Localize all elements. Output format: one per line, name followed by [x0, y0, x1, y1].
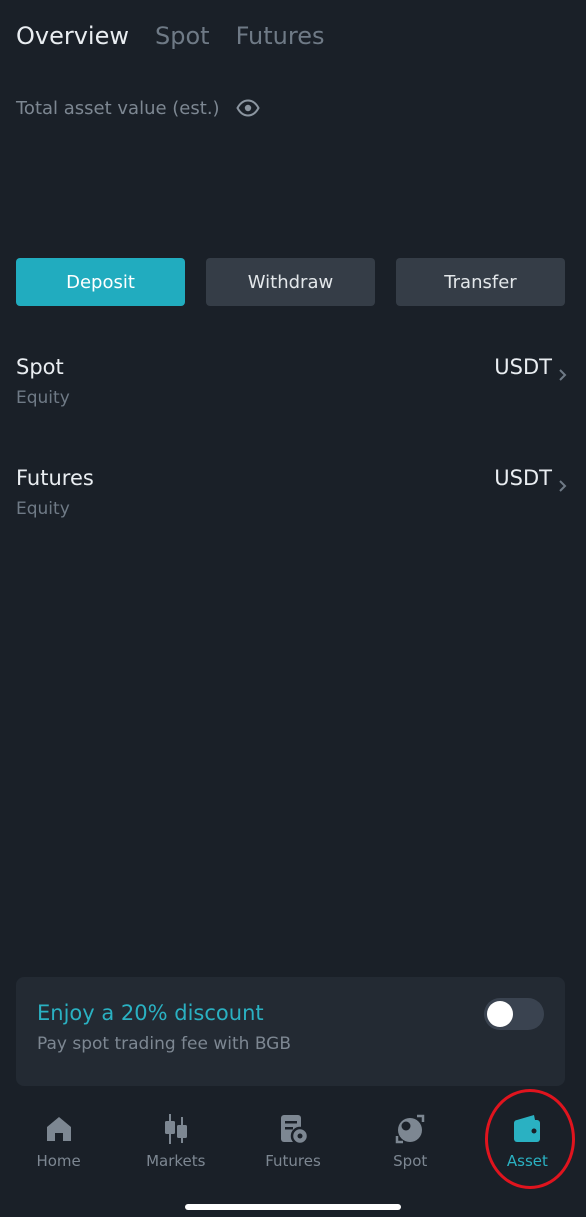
home-indicator	[185, 1204, 401, 1210]
bgb-discount-card: Enjoy a 20% discount Pay spot trading fe…	[16, 977, 565, 1086]
futures-icon	[281, 1115, 310, 1146]
wallet-icon	[514, 1115, 541, 1142]
promo-title: Enjoy a 20% discount	[37, 1001, 264, 1025]
total-asset-header: Total asset value (est.)	[16, 96, 260, 120]
action-buttons: Deposit Withdraw Transfer	[16, 258, 565, 306]
tab-overview[interactable]: Overview	[16, 22, 129, 50]
nav-label: Spot	[393, 1152, 428, 1170]
nav-label: Futures	[265, 1152, 321, 1170]
eye-icon[interactable]	[235, 96, 260, 120]
account-currency: USDT	[494, 355, 552, 379]
promo-subtitle: Pay spot trading fee with BGB	[37, 1034, 292, 1054]
total-asset-label: Total asset value (est.)	[16, 97, 220, 119]
top-tabs: Overview Spot Futures	[16, 22, 325, 50]
spot-account-row[interactable]: Spot Equity USDT	[16, 355, 568, 415]
toggle-knob	[487, 1001, 513, 1027]
nav-markets[interactable]: Markets	[117, 1100, 234, 1190]
tab-spot[interactable]: Spot	[155, 22, 210, 50]
markets-icon	[164, 1114, 187, 1144]
home-icon	[46, 1117, 71, 1141]
spot-icon	[395, 1114, 425, 1144]
transfer-button[interactable]: Transfer	[396, 258, 565, 306]
account-currency: USDT	[494, 466, 552, 490]
nav-spot[interactable]: Spot	[352, 1100, 469, 1190]
account-name: Futures	[16, 466, 94, 490]
nav-label: Home	[36, 1152, 81, 1170]
chevron-right-icon	[559, 480, 567, 492]
chevron-right-icon	[559, 369, 567, 381]
nav-asset[interactable]: Asset	[469, 1100, 586, 1190]
account-name: Spot	[16, 355, 64, 379]
nav-futures[interactable]: Futures	[234, 1100, 351, 1190]
withdraw-button[interactable]: Withdraw	[206, 258, 375, 306]
futures-account-row[interactable]: Futures Equity USDT	[16, 466, 568, 526]
deposit-button[interactable]: Deposit	[16, 258, 185, 306]
nav-label: Asset	[506, 1152, 548, 1170]
bottom-nav: Home Markets Futures Spot Asset	[0, 1100, 586, 1190]
account-sub: Equity	[16, 388, 70, 408]
nav-label: Markets	[146, 1152, 206, 1170]
account-sub: Equity	[16, 499, 70, 519]
nav-home[interactable]: Home	[0, 1100, 117, 1190]
bgb-fee-toggle[interactable]	[484, 998, 544, 1030]
tab-futures[interactable]: Futures	[236, 22, 325, 50]
